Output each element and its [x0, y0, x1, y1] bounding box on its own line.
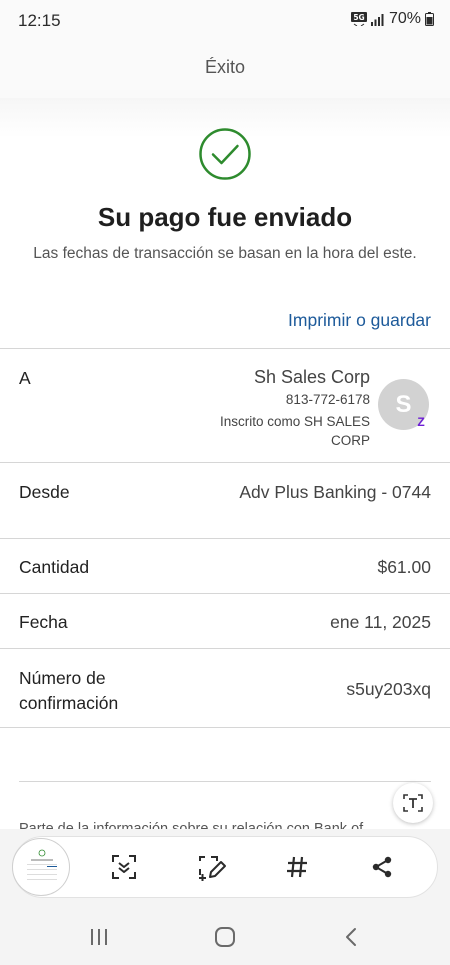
from-label: Desde — [19, 482, 70, 502]
status-time: 12:15 — [18, 11, 61, 30]
detail-row-confirmation-number: Número de confirmación s5uy203xq — [0, 648, 450, 728]
home-button[interactable] — [211, 923, 239, 951]
confirmation-subtitle: Las fechas de transacción se basan en la… — [33, 245, 417, 262]
scroll-capture-button[interactable] — [106, 849, 142, 885]
detail-row-amount: Cantidad $61.00 — [0, 538, 450, 593]
from-account: Adv Plus Banking - 0744 — [239, 482, 431, 502]
confirmation-number-value: s5uy203xq — [346, 679, 431, 699]
status-bar: 12:15 5G 70% — [0, 0, 450, 40]
detail-row-date: Fecha ene 11, 2025 — [0, 593, 450, 648]
tag-button[interactable] — [279, 849, 315, 885]
signal-icon — [370, 13, 385, 26]
payee-name: Sh Sales Corp — [253, 367, 370, 387]
recent-apps-icon — [91, 929, 107, 945]
payee-phone: 813-772-6178 — [285, 392, 370, 407]
screenshot-toolbar — [0, 829, 450, 909]
recent-apps-button[interactable] — [85, 923, 113, 951]
check-circle-icon — [198, 127, 252, 181]
share-icon — [372, 856, 392, 878]
confirmation-title: Su pago fue enviado — [97, 202, 353, 232]
extract-text-button[interactable] — [393, 783, 433, 823]
back-button[interactable] — [337, 923, 365, 951]
print-or-save-link[interactable]: Imprimir o guardar — [288, 310, 431, 331]
battery-percent: 70% — [388, 10, 421, 27]
edit-button[interactable] — [194, 849, 230, 885]
to-label: A — [19, 368, 31, 388]
network-5g-icon: 5G — [350, 12, 367, 26]
thumbnail-preview — [21, 845, 63, 891]
amount-value: $61.00 — [377, 557, 431, 577]
scroll-capture-icon — [112, 855, 136, 879]
battery-icon — [425, 12, 434, 26]
status-indicators: 5G 70% — [350, 10, 434, 28]
app-header: Éxito — [0, 40, 450, 98]
date-value: ene 11, 2025 — [330, 612, 431, 632]
hashtag-icon — [287, 856, 307, 878]
amount-label: Cantidad — [19, 557, 90, 577]
confirmation-number-label: Número de confirmación — [19, 668, 119, 713]
screenshot-thumbnail[interactable] — [12, 838, 70, 896]
zelle-icon: Z — [417, 415, 425, 429]
home-icon — [215, 927, 235, 947]
svg-text:5G: 5G — [353, 13, 364, 22]
share-button[interactable] — [364, 849, 400, 885]
divider — [19, 781, 431, 782]
page-title: Éxito — [204, 57, 246, 77]
edit-icon — [199, 856, 226, 881]
system-navigation-bar — [0, 909, 450, 965]
date-label: Fecha — [19, 612, 68, 632]
detail-row-to: A Sh Sales Corp 813-772-6178 Inscrito co… — [0, 348, 450, 462]
avatar-initial: S — [395, 390, 412, 418]
back-icon — [346, 928, 356, 946]
confirmation-banner: Su pago fue enviado Las fechas de transa… — [0, 98, 450, 348]
payee-enrolled-as: Inscrito como SH SALES CORP — [219, 414, 370, 448]
detail-row-from: Desde Adv Plus Banking - 0744 — [0, 462, 450, 538]
extract-text-icon — [403, 794, 423, 812]
